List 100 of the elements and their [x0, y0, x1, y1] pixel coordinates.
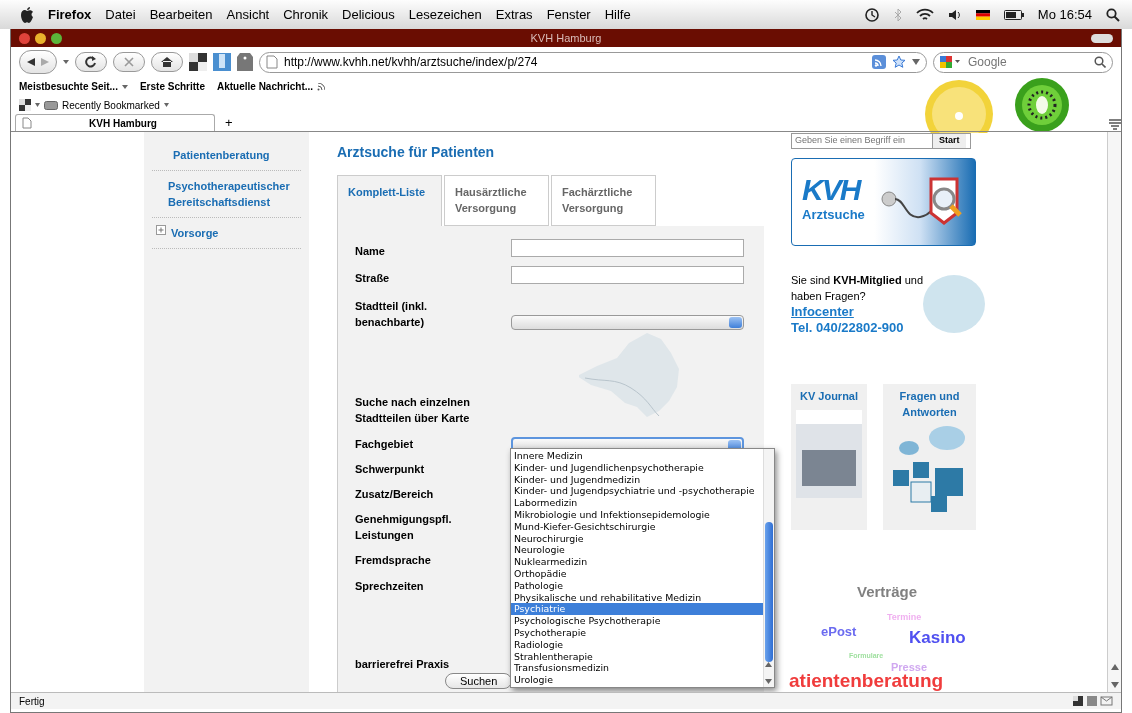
menu-item[interactable]: Chronik	[283, 4, 329, 25]
speaker-icon[interactable]	[947, 8, 962, 21]
close-button[interactable]	[19, 32, 30, 44]
clock-icon[interactable]	[863, 6, 880, 23]
status-icons-drawing[interactable]	[1073, 696, 1113, 706]
bookmark-link[interactable]: Aktuelle Nachricht...	[216, 79, 314, 94]
tag-link[interactable]: Kasino	[909, 625, 966, 651]
dropdown-list[interactable]	[510, 448, 775, 688]
bookmark-link[interactable]: Meistbesuchte Seit...	[19, 79, 118, 94]
field-label: Name	[355, 244, 386, 259]
teaser-tile[interactable]: KV Journal	[791, 384, 867, 530]
dropdown-option[interactable]: Strahlentherapie	[511, 650, 763, 663]
expand-icon[interactable]	[156, 225, 166, 235]
dropdown-option[interactable]: Urologie	[511, 674, 763, 686]
tab-list-icon[interactable]	[1109, 119, 1121, 131]
flag-icon[interactable]	[975, 9, 990, 20]
menu-item[interactable]: Lesezeichen	[408, 4, 482, 25]
dropdown-option[interactable]: Psychotherapie	[511, 626, 763, 639]
menu-item[interactable]: Delicious	[342, 4, 395, 25]
dropdown-option[interactable]: Kinder- und Jugendmedizin	[511, 473, 763, 486]
bookmark-folder[interactable]: Recently Bookmarked	[62, 97, 160, 113]
search-engine-icon[interactable]	[940, 55, 962, 69]
dropdown-option[interactable]: Neurochirurgie	[511, 532, 763, 545]
window-icon[interactable]	[19, 99, 31, 111]
clock-text[interactable]: Mo 16:54	[1037, 4, 1092, 25]
caret-icon[interactable]	[63, 60, 69, 64]
site-search-field[interactable]: Geben Sie einen Begriff ein Start	[791, 133, 971, 149]
sidebar-link[interactable]: Vorsorge	[171, 225, 219, 241]
dropdown-option[interactable]: Neurologie	[511, 544, 763, 557]
scroll-arrows-icon[interactable]	[1111, 664, 1119, 688]
stop-icon	[122, 55, 136, 69]
dropdown-option[interactable]: Transfusionsmedizin	[511, 662, 763, 675]
minimize-button[interactable]	[35, 32, 46, 44]
dropdown-option[interactable]: Mund-Kiefer-Gesichtschirurgie	[511, 520, 763, 533]
dropdown-option[interactable]: Mikrobiologie und Infektionsepidemologie	[511, 509, 763, 521]
dropdown-option[interactable]: Innere Medizin	[511, 450, 763, 462]
feed-icon[interactable]	[872, 55, 886, 69]
new-tab-button[interactable]: +	[215, 115, 243, 131]
dropdown-option[interactable]: Psychologische Psychotherapie	[511, 615, 763, 627]
battery-icon[interactable]	[1003, 9, 1024, 20]
menu-item[interactable]: Hilfe	[604, 4, 631, 25]
scrollbar[interactable]	[1107, 132, 1121, 692]
home-button[interactable]	[151, 52, 183, 72]
teaser-tile[interactable]: Fragen und Antworten	[883, 384, 976, 530]
menu-item[interactable]: Bearbeiten	[149, 4, 213, 25]
menu-item[interactable]: Ansicht	[226, 4, 270, 25]
star-icon[interactable]	[892, 55, 906, 69]
start-button[interactable]: Start	[932, 134, 966, 148]
bookmark-icon[interactable]	[213, 53, 231, 71]
dropdown-field[interactable]	[511, 315, 744, 330]
field-label: Genehmigungspfl. Leistungen	[355, 512, 453, 543]
dropdown-option[interactable]: Radiologie	[511, 638, 763, 651]
sidebar-link[interactable]: Patientenberatung	[173, 147, 270, 163]
search-input[interactable]: Google	[966, 52, 1090, 72]
text-field[interactable]	[511, 266, 744, 284]
back-icon	[26, 57, 36, 67]
apple-icon[interactable]	[20, 6, 34, 23]
search-button[interactable]: Suchen	[445, 673, 513, 689]
search-tab[interactable]: Hausärztliche Versorgung	[444, 175, 549, 226]
window-icon[interactable]	[189, 53, 207, 71]
tag-icon[interactable]	[237, 53, 253, 71]
caret-icon[interactable]	[35, 103, 40, 107]
menu-item[interactable]: Fenster	[546, 4, 591, 25]
menu-item[interactable]: Datei	[105, 4, 136, 25]
tag-link[interactable]: Verträge	[857, 581, 918, 604]
scrollbar[interactable]	[763, 449, 774, 687]
caret-icon[interactable]	[912, 59, 920, 65]
dropdown-option[interactable]: Psychiatrie	[511, 603, 763, 616]
menu-item[interactable]: Extras	[495, 4, 533, 25]
arztsuche-banner[interactable]: KVH Arztsuche	[791, 158, 976, 246]
dropdown-option[interactable]: Orthopädie	[511, 567, 763, 580]
back-forward-button[interactable]	[19, 50, 57, 74]
address-field[interactable]: http://www.kvhh.net/kvhh/arztsuche/index/p/274	[259, 51, 927, 73]
search-tab[interactable]: Fachärztliche Versorgung	[551, 175, 656, 226]
field-label: Schwerpunkt	[355, 462, 426, 477]
search-icon[interactable]	[1106, 7, 1120, 22]
tag-link[interactable]: ePost	[821, 622, 857, 642]
caret-icon[interactable]	[163, 103, 169, 107]
search-icon[interactable]	[1094, 56, 1106, 68]
stop-button[interactable]	[113, 52, 145, 72]
toolbar-toggle-button[interactable]	[1091, 33, 1113, 43]
search-field[interactable]: Google	[933, 51, 1113, 73]
infocenter-link[interactable]: Infocenter	[791, 304, 854, 320]
reload-button[interactable]	[75, 52, 107, 72]
wifi-icon[interactable]	[915, 7, 934, 22]
zoom-button[interactable]	[51, 32, 62, 44]
app-menu[interactable]: Firefox	[48, 4, 92, 25]
dropdown-option[interactable]: Pathologie	[511, 579, 763, 592]
sidebar-link[interactable]: Psychotherapeutischer Bereitschaftsdienst	[168, 178, 301, 210]
dropdown-option[interactable]: Physikalische und rehabilitative Medizin	[511, 591, 763, 604]
home-icon	[160, 55, 174, 69]
dropdown-option[interactable]: Kinder- und Jugendpsychiatrie und -psychotherapie	[511, 485, 763, 498]
dropdown-option[interactable]: Nuklearmedizin	[511, 556, 763, 568]
dropdown-option[interactable]: Labormedizin	[511, 497, 763, 509]
dropdown-option[interactable]: Kinder- und Jugendlichenpsychotherapie	[511, 461, 763, 474]
text-field[interactable]	[511, 239, 744, 257]
search-tab[interactable]: Komplett-Liste	[337, 175, 442, 226]
scroll-arrows-icon[interactable]	[765, 662, 772, 684]
bookmark-link[interactable]: Erste Schritte	[139, 79, 205, 94]
browser-tab[interactable]: KVH Hamburg	[15, 114, 215, 131]
